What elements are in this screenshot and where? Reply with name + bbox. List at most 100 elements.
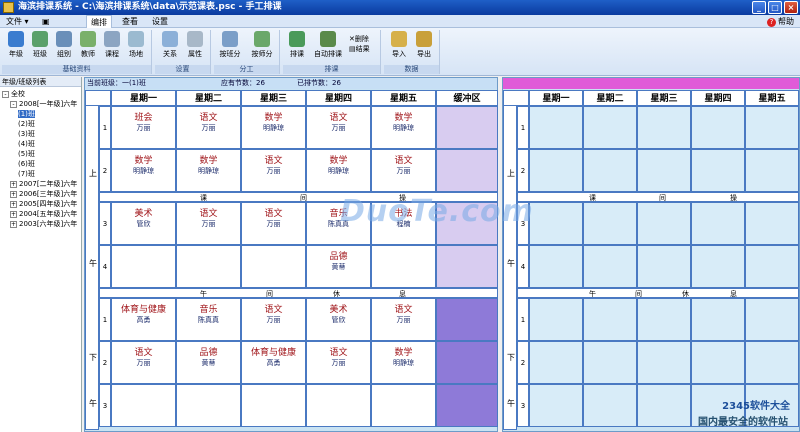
main-lesson-cell[interactable]: 语文 万丽 [241, 298, 306, 341]
main-lesson-cell[interactable]: 品德 黄蒂 [306, 245, 371, 288]
main-lesson-cell[interactable]: 语文 万丽 [176, 202, 241, 245]
teacher-button[interactable]: 教师 [76, 31, 100, 59]
compare-lesson-cell[interactable] [637, 106, 691, 149]
compare-lesson-cell[interactable] [691, 149, 745, 192]
main-lesson-cell[interactable]: 语文 万丽 [241, 149, 306, 192]
compare-lesson-cell[interactable] [637, 298, 691, 341]
compare-lesson-cell[interactable] [529, 298, 583, 341]
compare-lesson-cell[interactable] [691, 341, 745, 384]
compare-lesson-cell[interactable] [637, 341, 691, 384]
main-lesson-cell[interactable]: 语文 万丽 [306, 341, 371, 384]
main-lesson-cell[interactable]: 品德 黄蒂 [176, 341, 241, 384]
main-lesson-cell[interactable] [371, 245, 436, 288]
tree-node[interactable]: (7)班 [0, 169, 81, 179]
compare-lesson-cell[interactable] [583, 245, 637, 288]
relation-button[interactable]: 关系 [158, 31, 182, 59]
main-buffer-cell[interactable] [436, 149, 498, 192]
main-lesson-cell[interactable]: 语文 万丽 [241, 202, 306, 245]
expand-icon[interactable]: + [10, 190, 17, 198]
tree-node[interactable]: +2005[四年级]六年 [0, 199, 81, 209]
import-button[interactable]: 导入 [387, 31, 411, 59]
main-buffer-cell[interactable] [436, 298, 498, 341]
compare-lesson-cell[interactable] [691, 245, 745, 288]
collapse-icon[interactable]: - [2, 90, 9, 98]
compare-lesson-cell[interactable] [691, 106, 745, 149]
compare-lesson-cell[interactable] [583, 298, 637, 341]
main-lesson-cell[interactable]: 体育与健康 高勇 [111, 298, 176, 341]
tree-node[interactable]: - 全校 [0, 89, 81, 99]
delete-button[interactable]: ✕删除 [349, 34, 370, 44]
compare-lesson-cell[interactable] [529, 384, 583, 427]
main-lesson-cell[interactable]: 音乐 陈真真 [176, 298, 241, 341]
close-button[interactable]: × [784, 1, 798, 14]
result-button[interactable]: ▤结果 [349, 44, 370, 54]
minimize-button[interactable]: _ [752, 1, 766, 14]
grade-button[interactable]: 年级 [4, 31, 28, 59]
compare-lesson-cell[interactable] [745, 106, 799, 149]
main-lesson-cell[interactable]: 班会 万丽 [111, 106, 176, 149]
main-buffer-cell[interactable] [436, 106, 498, 149]
main-lesson-cell[interactable]: 语文 万丽 [111, 341, 176, 384]
main-lesson-cell[interactable] [371, 384, 436, 427]
export-button[interactable]: 导出 [412, 31, 436, 59]
compare-lesson-cell[interactable] [529, 341, 583, 384]
main-lesson-cell[interactable] [241, 384, 306, 427]
compare-lesson-cell[interactable] [583, 341, 637, 384]
group-button[interactable]: 组别 [52, 31, 76, 59]
schedule-button[interactable]: 排课 [285, 31, 309, 59]
compare-lesson-cell[interactable] [745, 341, 799, 384]
tree-node[interactable]: +2006[三年级]六年 [0, 189, 81, 199]
main-lesson-cell[interactable] [176, 245, 241, 288]
main-lesson-cell[interactable]: 体育与健康 高勇 [241, 341, 306, 384]
main-lesson-cell[interactable] [111, 384, 176, 427]
main-lesson-cell[interactable] [176, 384, 241, 427]
save-icon[interactable]: ▣ [38, 15, 54, 28]
course-button[interactable]: 课程 [100, 31, 124, 59]
main-lesson-cell[interactable]: 数学 明静琼 [371, 341, 436, 384]
assign-by-class-button[interactable]: 按班分 [218, 31, 242, 59]
compare-lesson-cell[interactable] [637, 384, 691, 427]
compare-lesson-cell[interactable] [637, 245, 691, 288]
compare-lesson-cell[interactable] [637, 202, 691, 245]
main-lesson-cell[interactable] [241, 245, 306, 288]
auto-schedule-button[interactable]: 自动排课 [311, 31, 345, 59]
main-lesson-cell[interactable] [111, 245, 176, 288]
tree-node[interactable]: (6)班 [0, 159, 81, 169]
tree-node[interactable]: +2003[六年级]六年 [0, 219, 81, 229]
main-lesson-cell[interactable]: 数学 明静琼 [306, 149, 371, 192]
expand-icon[interactable]: + [10, 220, 17, 228]
main-buffer-cell[interactable] [436, 245, 498, 288]
main-buffer-cell[interactable] [436, 384, 498, 427]
compare-lesson-cell[interactable] [583, 106, 637, 149]
tab-arrange[interactable]: 编排 [86, 15, 112, 28]
assign-by-teacher-button[interactable]: 按师分 [250, 31, 274, 59]
main-lesson-cell[interactable]: 语文 万丽 [176, 106, 241, 149]
help-button[interactable]: ? 帮助 [767, 15, 794, 28]
compare-lesson-cell[interactable] [745, 298, 799, 341]
maximize-button[interactable]: □ [768, 1, 782, 14]
main-lesson-cell[interactable]: 语文 万丽 [306, 106, 371, 149]
compare-lesson-cell[interactable] [529, 106, 583, 149]
tab-settings[interactable]: 设置 [148, 15, 172, 28]
compare-lesson-cell[interactable] [529, 202, 583, 245]
compare-lesson-cell[interactable] [691, 202, 745, 245]
collapse-icon[interactable]: - [10, 100, 17, 108]
main-lesson-cell[interactable]: 美术 管欣 [111, 202, 176, 245]
expand-icon[interactable]: + [10, 180, 17, 188]
file-menu[interactable]: 文件 ▾ [2, 15, 33, 28]
compare-lesson-cell[interactable] [637, 149, 691, 192]
expand-icon[interactable]: + [10, 200, 17, 208]
attribute-button[interactable]: 属性 [183, 31, 207, 59]
main-lesson-cell[interactable]: 美术 管欣 [306, 298, 371, 341]
compare-lesson-cell[interactable] [745, 202, 799, 245]
venue-button[interactable]: 场地 [124, 31, 148, 59]
main-buffer-cell[interactable] [436, 341, 498, 384]
tree-node[interactable]: (1)班 [0, 109, 81, 119]
main-lesson-cell[interactable] [306, 384, 371, 427]
main-lesson-cell[interactable]: 数学 明静琼 [111, 149, 176, 192]
compare-lesson-cell[interactable] [529, 149, 583, 192]
class-button[interactable]: 班级 [28, 31, 52, 59]
compare-lesson-cell[interactable] [583, 202, 637, 245]
main-lesson-cell[interactable]: 数学 明静琼 [176, 149, 241, 192]
compare-lesson-cell[interactable] [745, 245, 799, 288]
